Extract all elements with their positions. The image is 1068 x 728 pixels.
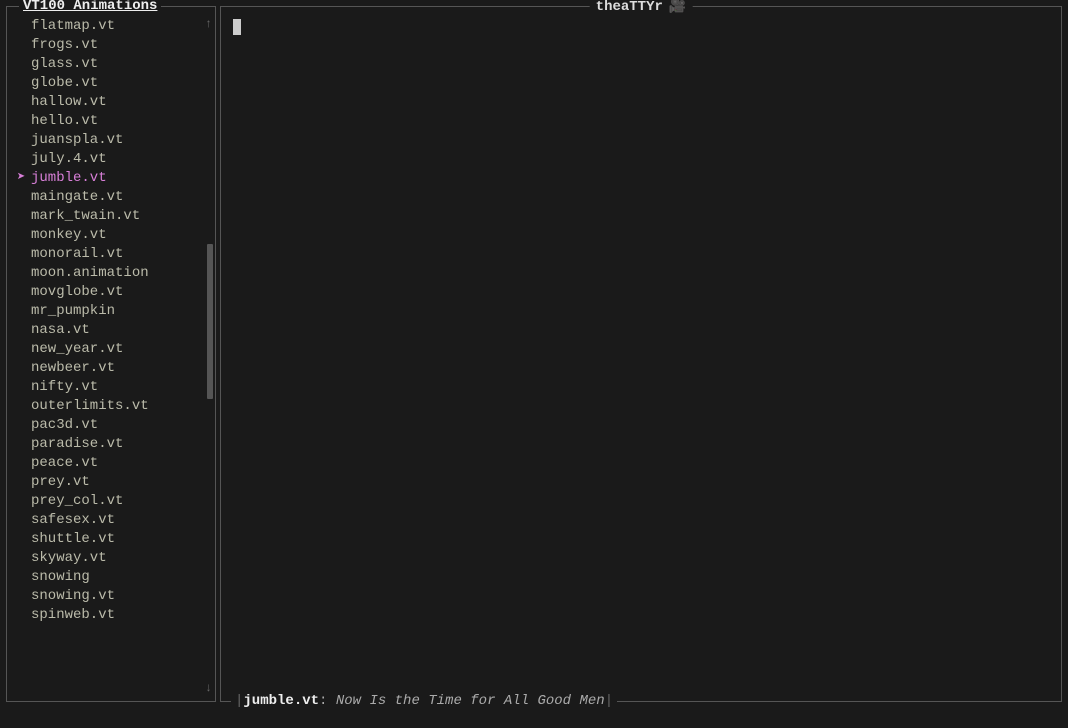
file-list: flatmap.vt frogs.vt glass.vt globe.vt hallow… [7, 17, 215, 625]
list-item[interactable]: snowing.vt [31, 587, 215, 606]
file-name-label: nifty.vt [31, 379, 98, 395]
file-name-label: spinweb.vt [31, 607, 115, 623]
file-name-label: hello.vt [31, 113, 98, 129]
list-item[interactable]: safesex.vt [31, 511, 215, 530]
list-item[interactable]: new_year.vt [31, 340, 215, 359]
status-bar: | jumble.vt: Now Is the Time for All Good… [231, 693, 617, 709]
file-name-label: peace.vt [31, 455, 98, 471]
list-item[interactable]: nasa.vt [31, 321, 215, 340]
status-pipe-right: | [605, 693, 613, 709]
file-name-label: hallow.vt [31, 94, 107, 110]
app-container: VT100 Animations ↑ flatmap.vtfrogs.vtgla… [0, 0, 1068, 728]
file-name-label: mr_pumpkin [31, 303, 115, 319]
file-name-label: maingate.vt [31, 189, 123, 205]
list-item[interactable]: maingate.vt [31, 188, 215, 207]
file-name-label: new_year.vt [31, 341, 123, 357]
file-name-label: safesex.vt [31, 512, 115, 528]
sidebar-content: ↑ flatmap.vtfrogs.vtglass.vtglobe.vthall… [7, 7, 215, 701]
list-item[interactable]: spinweb.vt [31, 606, 215, 625]
list-item[interactable]: paradise.vt [31, 435, 215, 454]
file-name-label: july.4.vt [31, 151, 107, 167]
list-item[interactable]: monkey.vt [31, 226, 215, 245]
file-name-label: globe.vt [31, 75, 98, 91]
list-item[interactable]: flatmap.vt [31, 17, 215, 36]
status-description: Now Is the Time for All Good Men [336, 693, 605, 709]
list-item[interactable]: mr_pumpkin [31, 302, 215, 321]
file-name-label: pac3d.vt [31, 417, 98, 433]
file-name-label: glass.vt [31, 56, 98, 72]
list-item[interactable]: moon.animation [31, 264, 215, 283]
list-item[interactable]: skyway.vt [31, 549, 215, 568]
list-item[interactable]: prey_col.vt [31, 492, 215, 511]
list-item[interactable]: hallow.vt [31, 93, 215, 112]
list-item[interactable]: pac3d.vt [31, 416, 215, 435]
file-name-label: moon.animation [31, 265, 149, 281]
terminal-cursor [233, 19, 241, 35]
list-item[interactable]: nifty.vt [31, 378, 215, 397]
sidebar-panel: VT100 Animations ↑ flatmap.vtfrogs.vtgla… [6, 6, 216, 702]
list-item[interactable]: shuttle.vt [31, 530, 215, 549]
list-item[interactable]: ➤jumble.vt [31, 169, 215, 188]
file-name-label: monorail.vt [31, 246, 123, 262]
file-name-label: snowing.vt [31, 588, 115, 604]
list-item[interactable]: juanspla.vt [31, 131, 215, 150]
list-item[interactable]: outerlimits.vt [31, 397, 215, 416]
status-filename: jumble.vt [243, 693, 319, 709]
scrollbar-thumb[interactable] [207, 244, 213, 399]
list-item[interactable]: mark_twain.vt [31, 207, 215, 226]
selector-marker-icon: ➤ [17, 169, 25, 188]
file-name-label: prey.vt [31, 474, 90, 490]
list-item[interactable]: newbeer.vt [31, 359, 215, 378]
file-name-label: flatmap.vt [31, 18, 115, 34]
list-item[interactable]: frogs.vt [31, 36, 215, 55]
file-name-label: snowing [31, 569, 90, 585]
file-name-label: nasa.vt [31, 322, 90, 338]
list-item[interactable]: prey.vt [31, 473, 215, 492]
file-name-label: monkey.vt [31, 227, 107, 243]
file-name-label: newbeer.vt [31, 360, 115, 376]
file-name-label: shuttle.vt [31, 531, 115, 547]
file-name-label: frogs.vt [31, 37, 98, 53]
list-item[interactable]: snowing [31, 568, 215, 587]
scrollbar-track[interactable] [207, 31, 213, 677]
status-separator: : [319, 693, 327, 709]
scroll-down-icon[interactable]: ↓ [205, 681, 212, 695]
list-item[interactable]: glass.vt [31, 55, 215, 74]
file-name-label: paradise.vt [31, 436, 123, 452]
list-item[interactable]: monorail.vt [31, 245, 215, 264]
list-item[interactable]: hello.vt [31, 112, 215, 131]
list-item[interactable]: movglobe.vt [31, 283, 215, 302]
file-name-label: skyway.vt [31, 550, 107, 566]
file-name-label: juanspla.vt [31, 132, 123, 148]
list-item[interactable]: july.4.vt [31, 150, 215, 169]
file-name-label: movglobe.vt [31, 284, 123, 300]
file-name-label: mark_twain.vt [31, 208, 140, 224]
main-content [221, 7, 1061, 699]
list-item[interactable]: globe.vt [31, 74, 215, 93]
main-panel: theaTTYr 🎥 |jumble.vt: Now Is the Time f… [220, 6, 1062, 702]
file-name-label: outerlimits.vt [31, 398, 149, 414]
list-item[interactable]: peace.vt [31, 454, 215, 473]
file-name-label: prey_col.vt [31, 493, 123, 509]
file-name-label: jumble.vt [31, 170, 107, 186]
